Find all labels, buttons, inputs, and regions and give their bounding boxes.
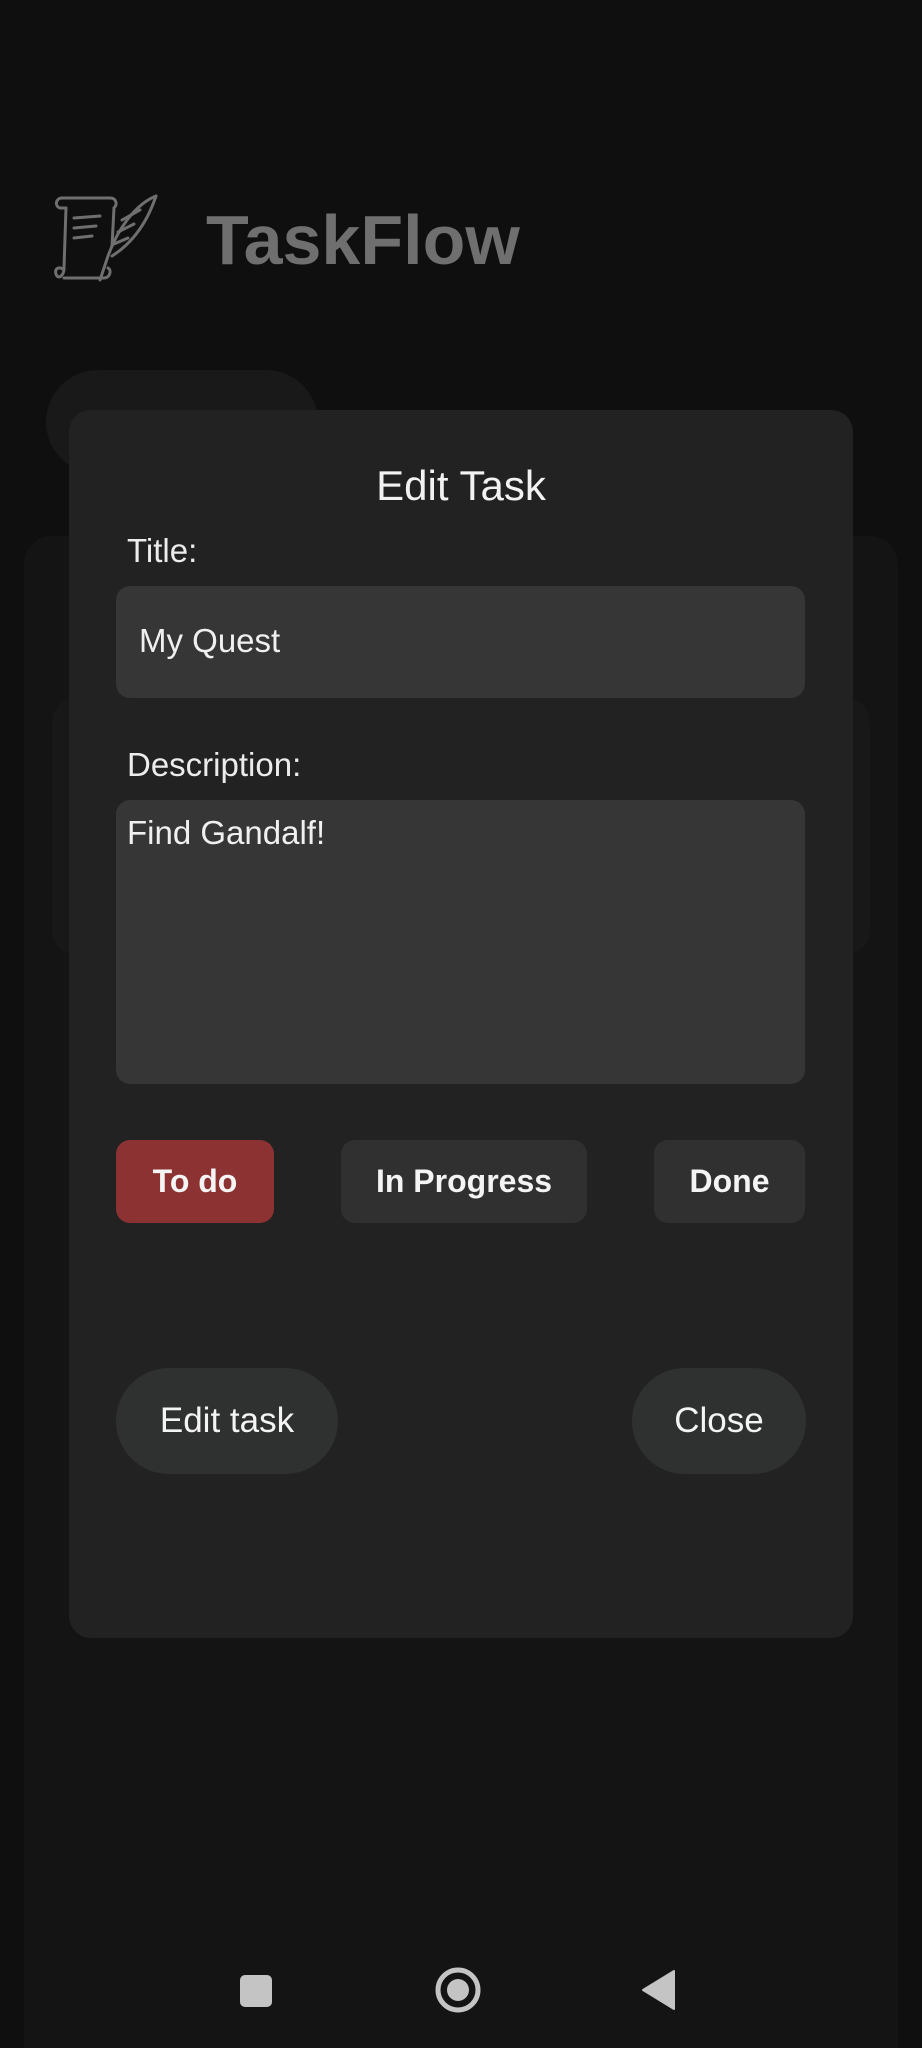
- triangle-back-icon[interactable]: [640, 1969, 676, 2011]
- app-header: TaskFlow: [52, 185, 520, 295]
- dialog-title: Edit Task: [376, 462, 546, 509]
- title-input[interactable]: My Quest: [116, 586, 805, 698]
- close-button[interactable]: Close: [632, 1368, 806, 1474]
- description-label: Description:: [127, 746, 302, 783]
- description-input[interactable]: Find Gandalf!: [116, 800, 805, 1084]
- status-done-button[interactable]: Done: [654, 1140, 805, 1223]
- edit-task-button[interactable]: Edit task: [116, 1368, 338, 1474]
- system-nav-bar: [0, 1940, 922, 2048]
- screen: TaskFlow Edit Task Title: My Quest Descr…: [0, 0, 922, 2048]
- edit-task-dialog: Edit Task Title: My Quest Description: F…: [69, 410, 853, 1638]
- status-in-progress-button[interactable]: In Progress: [341, 1140, 587, 1223]
- app-title: TaskFlow: [206, 201, 520, 279]
- square-icon[interactable]: [240, 1975, 272, 2007]
- status-todo-button[interactable]: To do: [116, 1140, 274, 1223]
- scroll-quill-icon: [54, 194, 158, 282]
- circle-home-icon[interactable]: [434, 1966, 482, 2014]
- title-label: Title:: [127, 532, 198, 569]
